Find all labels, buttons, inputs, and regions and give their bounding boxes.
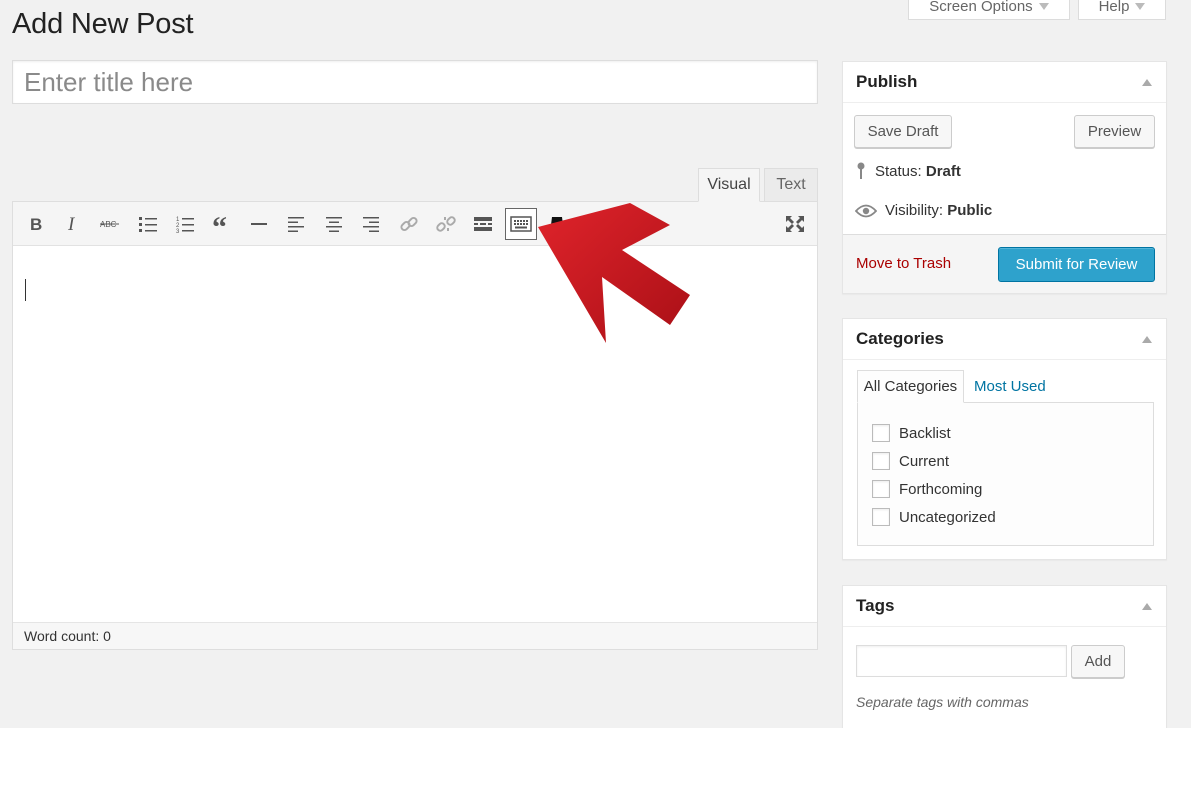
move-to-trash-link[interactable]: Move to Trash [856,255,951,272]
post-title-input[interactable] [12,60,818,104]
tags-box-header[interactable]: Tags [843,586,1166,627]
fullscreen-icon[interactable] [779,208,811,240]
admin-page: Screen Options Help Add New Post Visual … [0,0,1191,728]
bold-icon[interactable]: B [20,208,52,240]
categories-box-title: Categories [856,329,944,348]
category-item-current[interactable]: Current [872,452,949,470]
svg-text:3: 3 [176,229,180,233]
italic-icon[interactable]: I [57,208,89,240]
remove-link-icon[interactable] [430,208,462,240]
categories-box-header[interactable]: Categories [843,319,1166,360]
category-label: Uncategorized [899,508,996,526]
align-left-icon[interactable] [280,208,312,240]
strikethrough-icon[interactable]: ABC [94,208,126,240]
align-center-icon[interactable] [318,208,350,240]
help-button[interactable]: Help [1078,0,1166,20]
svg-text:B: B [30,216,42,232]
bulleted-list-icon[interactable] [132,208,164,240]
post-visibility-row: Visibility: Public [855,202,992,219]
eye-icon [855,204,877,217]
svg-text:“: “ [212,217,227,231]
publish-box-header[interactable]: Publish [843,62,1166,103]
screen-options-button[interactable]: Screen Options [908,0,1070,20]
category-item-uncategorized[interactable]: Uncategorized [872,508,996,526]
tab-visual[interactable]: Visual [698,168,760,202]
category-label: Backlist [899,424,951,442]
tags-box: Tags Add Separate tags with commas [842,585,1167,728]
help-label: Help [1098,0,1130,15]
page-title: Add New Post [12,8,194,40]
numbered-list-icon[interactable]: 123 [169,208,201,240]
add-tag-button[interactable]: Add [1071,645,1125,678]
preview-button[interactable]: Preview [1074,115,1155,148]
tags-box-title: Tags [856,596,895,615]
publish-box: Publish Save Draft Preview Status: Draft… [842,61,1167,294]
category-label: Current [899,452,950,470]
category-checkbox[interactable] [872,508,890,526]
visibility-value: Public [947,202,993,219]
pin-icon [857,162,865,179]
category-checkbox[interactable] [872,480,890,498]
tab-all-categories[interactable]: All Categories [857,370,964,403]
read-more-icon[interactable] [467,208,499,240]
word-count: Word count: 0 [24,628,111,644]
horizontal-line-icon[interactable] [243,208,275,240]
status-value: Draft [925,162,961,180]
category-item-forthcoming[interactable]: Forthcoming [872,480,982,498]
chevron-down-icon [1038,3,1049,10]
tab-text[interactable]: Text [764,168,818,202]
save-draft-button[interactable]: Save Draft [854,115,952,148]
annotation-arrow-icon [538,203,690,343]
tags-hint: Separate tags with commas [856,694,1029,710]
category-checklist: Backlist Current Forthcoming Uncategoriz… [857,402,1154,546]
publish-actions: Move to Trash Submit for Review [843,234,1166,293]
insert-link-icon[interactable] [393,208,425,240]
collapse-caret-icon[interactable] [1142,336,1152,343]
svg-text:I: I [67,216,76,232]
collapse-caret-icon[interactable] [1142,79,1152,86]
status-label: Status: Draft [875,162,961,180]
screen-options-label: Screen Options [929,0,1033,15]
category-label: Forthcoming [899,480,983,498]
align-right-icon[interactable] [355,208,387,240]
category-checkbox[interactable] [872,424,890,442]
collapse-caret-icon[interactable] [1142,603,1152,610]
chevron-down-icon [1135,3,1146,10]
tab-most-used[interactable]: Most Used [974,370,1064,403]
submit-for-review-button[interactable]: Submit for Review [998,247,1155,282]
post-status-row: Status: Draft [855,162,961,180]
editor-status-bar: Word count: 0 [13,622,817,649]
visibility-label: Visibility: Public [885,202,993,219]
category-checkbox[interactable] [872,452,890,470]
categories-box: Categories All Categories Most Used Back… [842,318,1167,560]
text-cursor [25,279,26,301]
new-tag-input[interactable] [856,645,1067,677]
publish-box-title: Publish [856,72,918,91]
blockquote-icon[interactable]: “ [206,208,238,240]
category-item-backlist[interactable]: Backlist [872,424,951,442]
